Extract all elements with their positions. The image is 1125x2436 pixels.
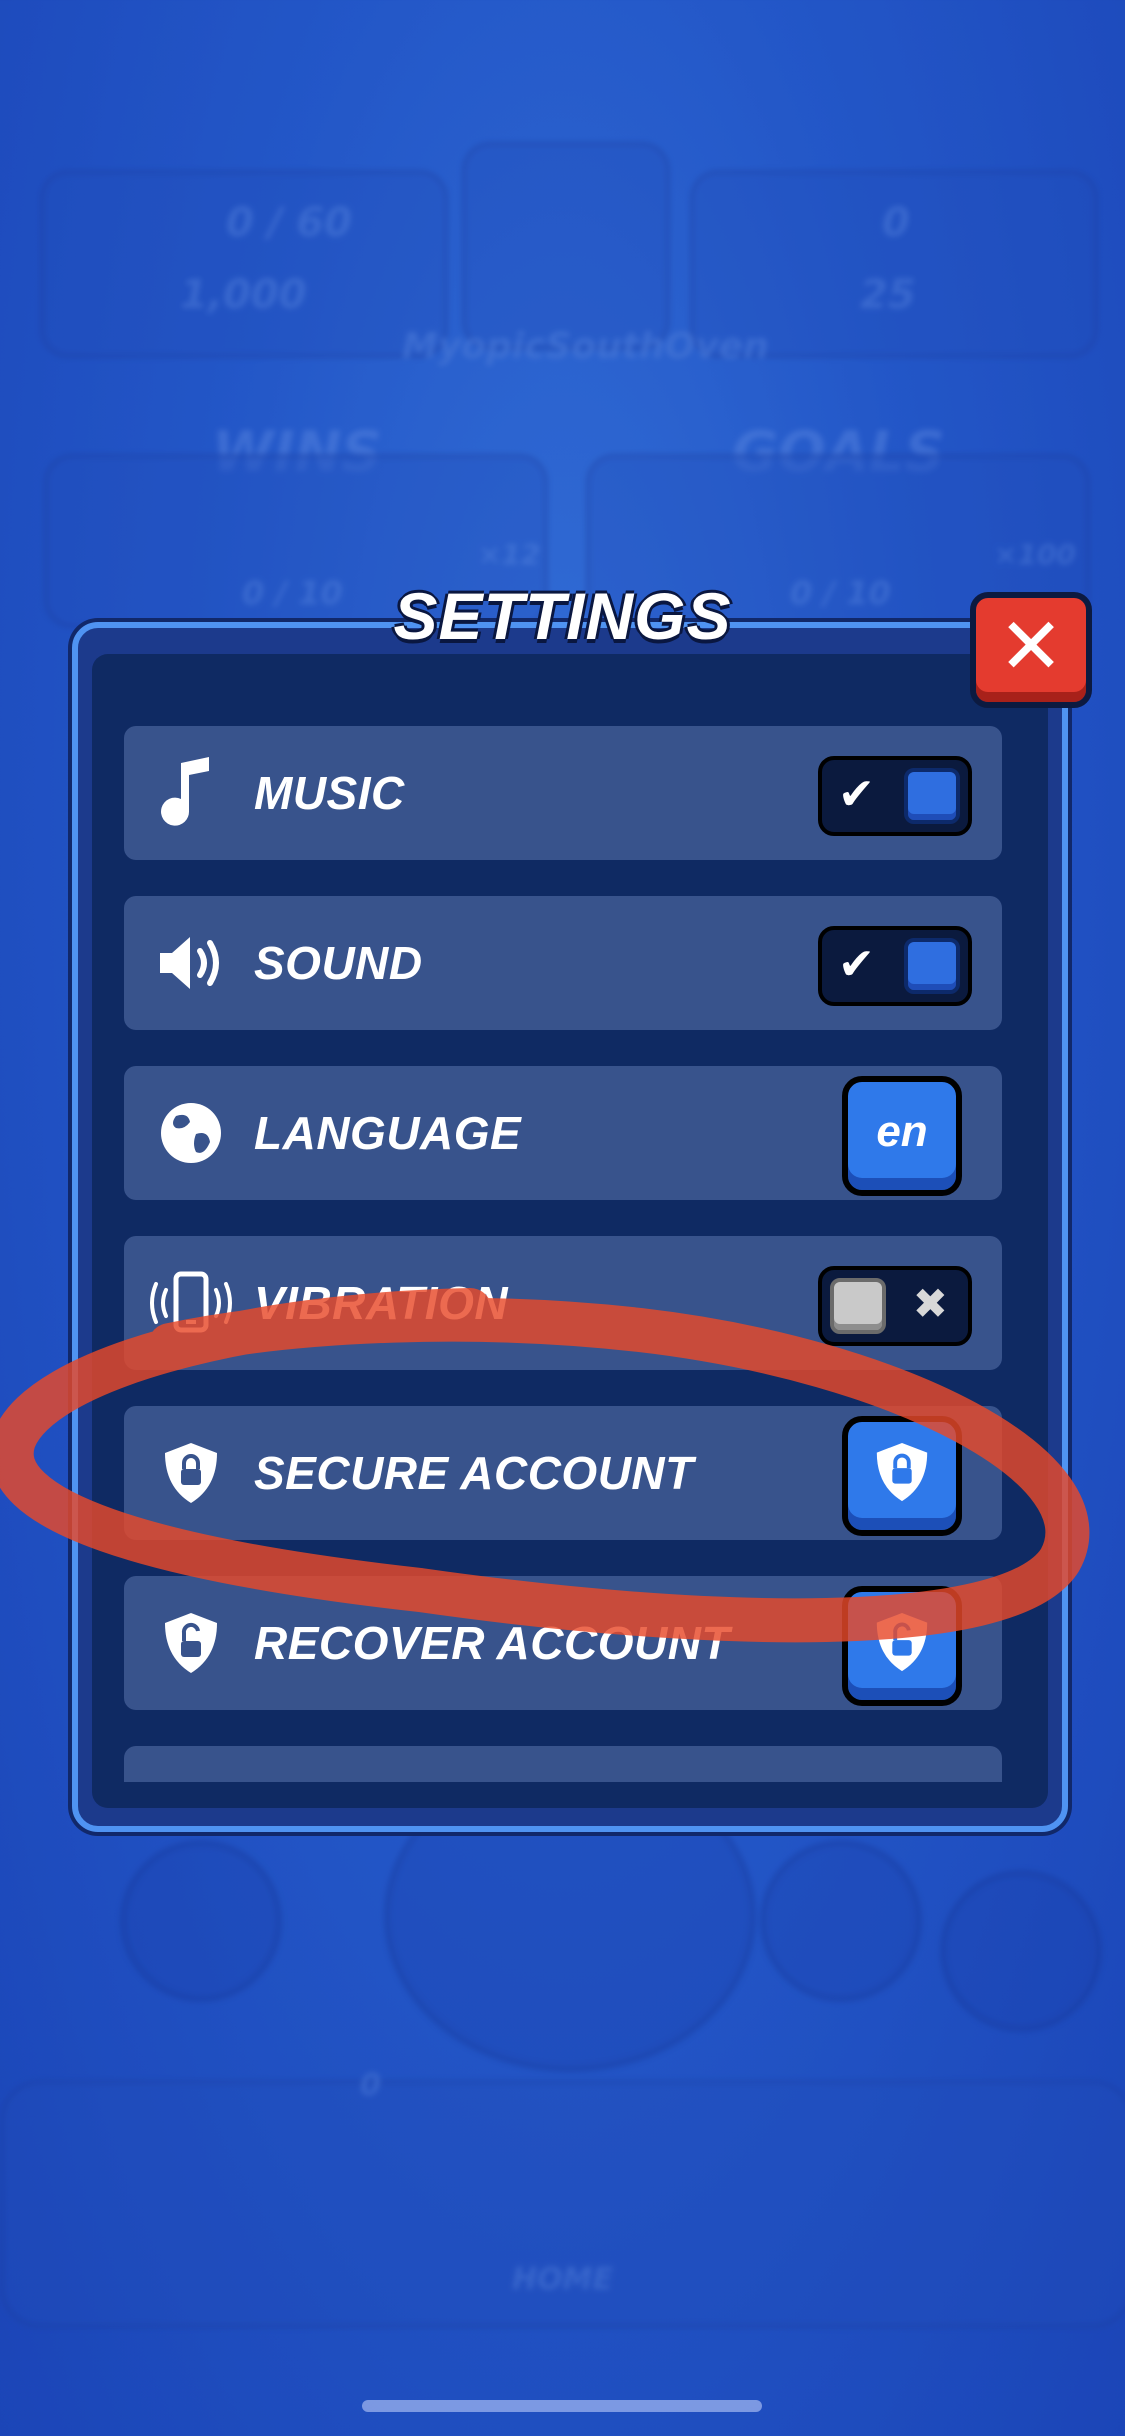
sound-toggle[interactable]: ✔ <box>818 926 972 1006</box>
shield-lock-icon <box>156 1438 226 1508</box>
x-icon: ✖ <box>912 1279 948 1328</box>
shield-unlock-icon <box>156 1608 226 1678</box>
speaker-icon <box>156 928 226 998</box>
globe-icon <box>156 1098 226 1168</box>
settings-row-partial <box>124 1746 1002 1782</box>
settings-row-label: RECOVER ACCOUNT <box>254 1617 731 1669</box>
settings-row-label: SECURE ACCOUNT <box>254 1447 694 1499</box>
settings-row-label: SOUND <box>254 937 423 989</box>
settings-title: SETTINGS <box>393 579 732 653</box>
settings-row-sound: SOUND ✔ <box>124 896 1002 1030</box>
check-icon: ✔ <box>838 769 875 820</box>
check-icon: ✔ <box>838 939 875 990</box>
home-indicator[interactable] <box>362 2400 762 2412</box>
close-icon: ✕ <box>998 602 1064 692</box>
vibration-icon <box>146 1268 236 1338</box>
toggle-knob <box>904 938 960 994</box>
settings-row-vibration: VIBRATION ✖ <box>124 1236 1002 1370</box>
toggle-knob <box>904 768 960 824</box>
language-button[interactable]: en <box>842 1076 962 1196</box>
recover-account-button[interactable] <box>842 1586 962 1706</box>
settings-row-secure-account: SECURE ACCOUNT <box>124 1406 1002 1540</box>
settings-row-label: MUSIC <box>254 767 405 819</box>
vibration-toggle[interactable]: ✖ <box>818 1266 972 1346</box>
settings-row-label: LANGUAGE <box>254 1107 522 1159</box>
settings-row-recover-account: RECOVER ACCOUNT <box>124 1576 1002 1710</box>
language-value: en <box>876 1107 928 1156</box>
settings-row-music: MUSIC ✔ <box>124 726 1002 860</box>
secure-account-button[interactable] <box>842 1416 962 1536</box>
toggle-knob <box>830 1278 886 1334</box>
music-note-icon <box>156 757 226 828</box>
shield-unlock-icon <box>876 1612 928 1672</box>
shield-lock-icon <box>876 1442 928 1502</box>
close-button[interactable]: ✕ <box>970 592 1092 708</box>
music-toggle[interactable]: ✔ <box>818 756 972 836</box>
settings-row-label: VIBRATION <box>254 1277 509 1329</box>
settings-row-language: LANGUAGE en <box>124 1066 1002 1200</box>
